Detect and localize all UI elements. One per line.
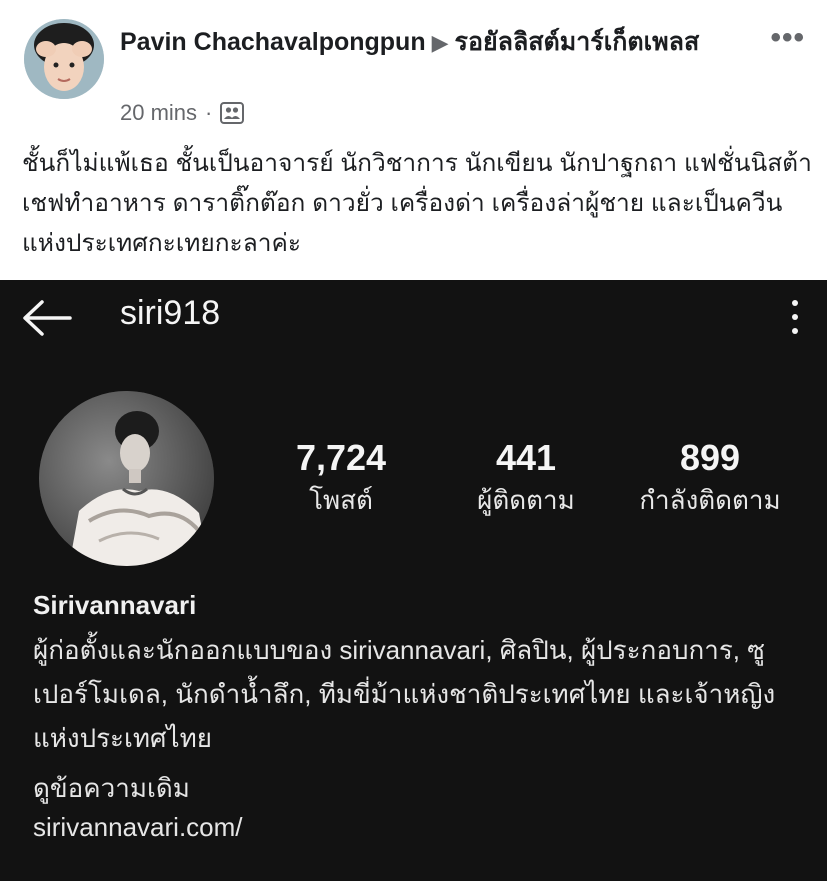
group-audience-icon [220, 102, 245, 124]
profile-username: siri918 [120, 294, 221, 332]
stat-followers[interactable]: 441 ผู้ติดตาม [466, 436, 586, 520]
group-name[interactable]: รอยัลลิสต์มาร์เก็ตเพลส [455, 28, 700, 56]
post-body: ชั้นก็ไม่แพ้เธอ ชั้นเป็นอาจารย์ นักวิชาก… [22, 150, 812, 257]
post-time[interactable]: 20 mins [120, 100, 197, 126]
posts-label: โพสต์ [309, 485, 373, 515]
followers-count: 441 [495, 437, 557, 478]
back-arrow-icon[interactable] [20, 298, 72, 338]
author-avatar[interactable] [24, 19, 104, 99]
followers-label: ผู้ติดตาม [477, 485, 575, 515]
stat-posts[interactable]: 7,724 โพสต์ [286, 436, 396, 520]
profile-display-name: Sirivannavari [33, 590, 197, 620]
more-vertical-icon[interactable] [791, 300, 799, 334]
post-meta: 20 mins · [120, 100, 245, 126]
following-label: กำลังติดตาม [639, 485, 781, 515]
following-count: 899 [679, 437, 741, 478]
author-name[interactable]: Pavin Chachavalpongpun [120, 28, 426, 56]
profile-website-link[interactable]: sirivannavari.com/ [33, 812, 243, 843]
profile-bio: ผู้ก่อตั้งและนักออกแบบของ sirivannavari,… [33, 635, 776, 753]
see-original-link[interactable]: ดูข้อความเดิม [33, 768, 190, 809]
post-header: Pavin Chachavalpongpun ▶ รอยัลลิสต์มาร์เก็… [120, 24, 740, 61]
profile-avatar[interactable] [39, 391, 214, 566]
separator: · [205, 100, 213, 125]
stat-following[interactable]: 899 กำลังติดตาม [625, 436, 795, 520]
posts-count: 7,724 [295, 437, 387, 478]
more-options-icon[interactable]: ••• [770, 23, 805, 53]
facebook-post: Pavin Chachavalpongpun ▶ รอยัลลิสต์มาร์เก็… [0, 0, 827, 280]
arrow-right-icon: ▶ [431, 30, 449, 55]
embedded-instagram-screenshot[interactable]: siri918 7,724 โพสต์ 441 ผู้ติดตาม 899 กำ… [0, 280, 827, 881]
